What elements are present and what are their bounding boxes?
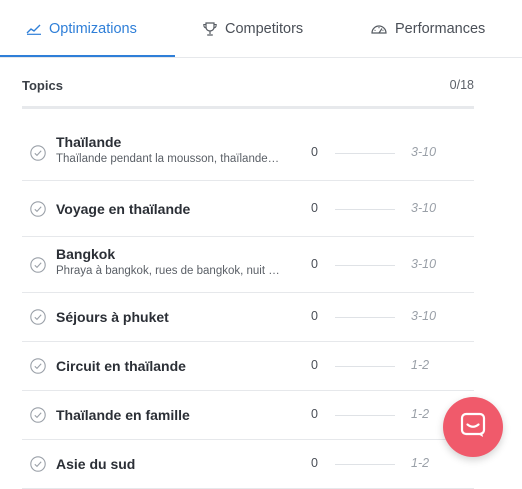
topic-row[interactable]: Thaïlande en famille 0 1-2 xyxy=(22,391,474,440)
topic-range: 3-10 xyxy=(411,256,437,271)
topic-row[interactable]: Bangkok Phraya à bangkok, rues de bangkok… xyxy=(22,237,474,293)
tab-label: Performances xyxy=(395,20,486,37)
topic-title: Thaïlande xyxy=(56,134,122,150)
topic-title: Bangkok xyxy=(56,246,116,262)
topics-title: Topics xyxy=(22,77,63,93)
topic-count: 0 xyxy=(311,200,318,215)
topic-count: 0 xyxy=(311,358,318,372)
topics-count: 0/18 xyxy=(449,78,474,92)
tab-performances[interactable]: Performances xyxy=(370,0,485,57)
trend-line-icon xyxy=(26,23,42,35)
topic-title: Circuit en thaïlande xyxy=(56,358,186,374)
topic-progress-line xyxy=(335,415,395,416)
check-circle-icon xyxy=(30,407,46,423)
gauge-icon xyxy=(370,22,388,36)
topic-title: Voyage en thaïlande xyxy=(56,200,191,217)
topic-progress-line xyxy=(335,152,395,154)
topic-range: 3-10 xyxy=(411,309,437,323)
check-circle-icon xyxy=(30,456,46,472)
topic-range: 3-10 xyxy=(411,200,437,215)
active-tab-indicator xyxy=(0,55,175,57)
topic-range: 3-10 xyxy=(411,144,437,159)
topic-count: 0 xyxy=(311,256,318,271)
topic-row[interactable]: Thaïlande Thaïlande pendant la mousson, t… xyxy=(22,125,474,181)
chat-button[interactable] xyxy=(443,397,503,457)
check-circle-icon xyxy=(30,256,46,273)
topic-range: 1-2 xyxy=(411,358,430,372)
check-circle-icon xyxy=(30,309,46,325)
topic-progress-line xyxy=(335,317,395,318)
topic-title: Thaïlande en famille xyxy=(56,407,190,423)
check-circle-icon xyxy=(30,144,46,161)
tab-bar: Optimizations Competitors Performances xyxy=(0,0,522,58)
topic-row[interactable]: Circuit en thaïlande 0 1-2 xyxy=(22,342,474,391)
trophy-icon xyxy=(202,21,218,37)
topic-row[interactable]: Séjours à phuket 0 3-10 xyxy=(22,293,474,342)
topic-range: 1-2 xyxy=(411,407,430,421)
check-circle-icon xyxy=(30,200,46,217)
tab-label: Optimizations xyxy=(49,20,137,37)
topic-progress-line xyxy=(335,264,395,266)
topic-range: 1-2 xyxy=(411,456,430,470)
topic-subtitle: Phraya à bangkok, rues de bangkok, nuit … xyxy=(56,265,280,277)
topics-progress-bar xyxy=(22,106,474,109)
topic-subtitle: Thaïlande pendant la mousson, thaïlande… xyxy=(56,153,280,165)
topic-row[interactable]: Voyage en thaïlande 0 3-10 xyxy=(22,181,474,237)
topic-count: 0 xyxy=(311,456,318,470)
topic-progress-line xyxy=(335,464,395,465)
topic-row[interactable]: Asie du sud 0 1-2 xyxy=(22,440,474,489)
tab-label: Competitors xyxy=(225,20,304,37)
topics-list: Thaïlande Thaïlande pendant la mousson, t… xyxy=(22,125,474,489)
topic-title: Séjours à phuket xyxy=(56,309,169,325)
tab-optimizations[interactable]: Optimizations xyxy=(26,0,137,57)
check-circle-icon xyxy=(30,358,46,374)
topic-title: Asie du sud xyxy=(56,456,136,472)
topic-count: 0 xyxy=(311,407,318,421)
tab-competitors[interactable]: Competitors xyxy=(202,0,303,57)
topic-count: 0 xyxy=(311,144,318,159)
topic-progress-line xyxy=(335,366,395,367)
chat-bubble-icon xyxy=(459,411,487,444)
topics-header: Topics 0/18 xyxy=(22,77,474,93)
topic-count: 0 xyxy=(311,309,318,323)
topic-progress-line xyxy=(335,208,395,210)
